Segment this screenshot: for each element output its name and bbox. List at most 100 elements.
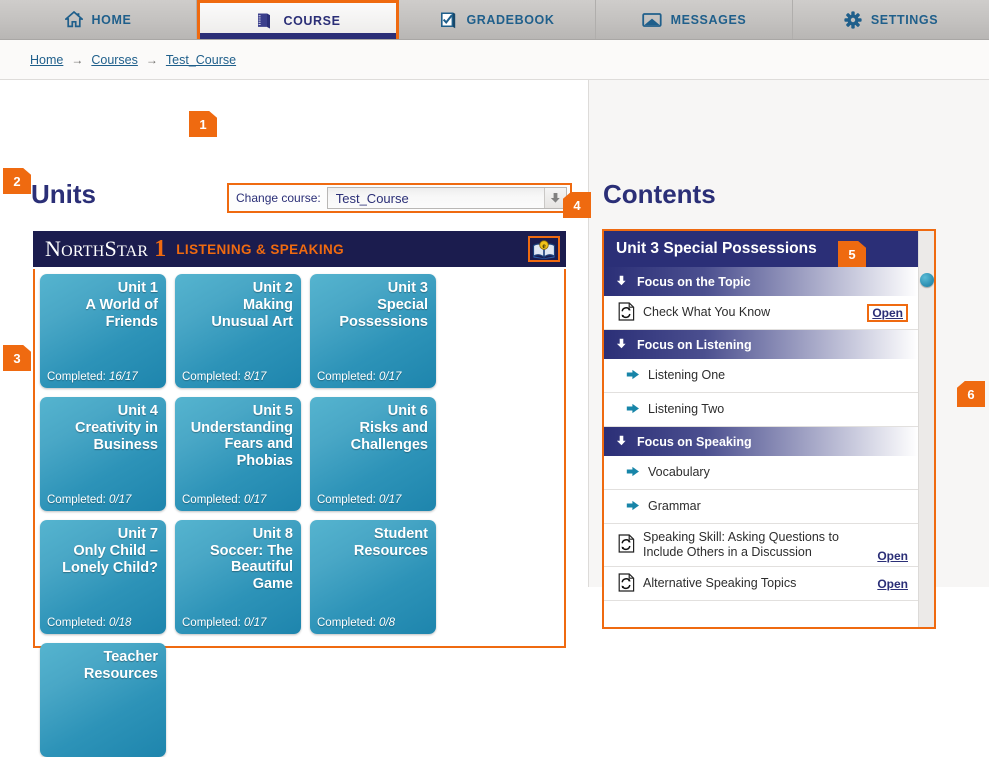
nav-tab-messages[interactable]: MESSAGES	[596, 0, 793, 39]
unit-tile-title: Unit 7 Only Child – Lonely Child?	[62, 526, 158, 576]
contents-item-label: Vocabulary	[648, 465, 710, 479]
northstar-logo: NORTHSTAR	[45, 236, 149, 261]
contents-item-alternative-speaking-topics[interactable]: Alternative Speaking Topics Open	[604, 567, 918, 601]
unit-tile-completed: Completed: 8/17	[182, 371, 267, 383]
northstar-subtitle: LISTENING & SPEAKING	[176, 241, 345, 257]
contents-item-grammar[interactable]: Grammar	[604, 490, 918, 524]
contents-section-focus-on-listening[interactable]: Focus on Listening	[604, 330, 918, 359]
callout-badge-3: 3	[3, 345, 31, 371]
arrow-down-icon	[616, 275, 627, 289]
contents-item-label: Listening Two	[648, 402, 725, 416]
contents-list: Unit 3 Special Possessions Focus on the …	[604, 231, 918, 627]
nav-tab-home[interactable]: HOME	[0, 0, 197, 39]
unit-tile-completed: Completed: 0/17	[47, 494, 132, 506]
northstar-level: 1	[154, 235, 167, 262]
contents-item-label: Speaking Skill: Asking Questions to Incl…	[643, 530, 839, 559]
contents-item-label: Check What You Know	[643, 305, 771, 319]
contents-pane: Contents Unit 3 Special Possessions Focu…	[589, 80, 989, 629]
breadcrumb: Home → Courses → Test_Course	[0, 40, 989, 80]
contents-title: Contents	[603, 179, 716, 209]
callout-badge-1: 1	[189, 111, 217, 137]
nav-tab-label: COURSE	[283, 14, 341, 28]
student-resources-tile[interactable]: Student Resources Completed: 0/8	[310, 520, 436, 634]
contents-item-speaking-skill[interactable]: Speaking Skill: Asking Questions to Incl…	[604, 524, 918, 567]
change-course-label: Change course:	[236, 191, 321, 205]
unit-tile[interactable]: Unit 1A World of Friends Completed: 16/17	[40, 274, 166, 388]
course-select[interactable]: Test_Course	[326, 187, 567, 209]
contents-item-label: Listening One	[648, 368, 726, 382]
units-pane: Units Change course: Test_Course NORTHST…	[0, 80, 589, 757]
contents-unit-header: Unit 3 Special Possessions	[604, 231, 918, 267]
nav-tab-label: HOME	[91, 12, 132, 27]
nav-tab-settings[interactable]: SETTINGS	[793, 0, 989, 39]
breadcrumb-separator: →	[71, 52, 84, 67]
unit-tile-completed: Completed: 0/17	[182, 494, 267, 506]
contents-section-label: Focus on Listening	[637, 337, 752, 352]
contents-item-listening-two[interactable]: Listening Two	[604, 393, 918, 427]
open-link[interactable]: Open	[877, 577, 908, 591]
northstar-banner: NORTHSTAR 1 LISTENING & SPEAKING e	[33, 231, 566, 267]
breadcrumb-item-test-course[interactable]: Test_Course	[166, 53, 236, 67]
unit-tile-title: Unit 1A World of Friends	[85, 280, 159, 330]
arrow-right-icon	[618, 403, 640, 417]
open-link[interactable]: Open	[877, 549, 908, 563]
teacher-resources-tile[interactable]: Teacher Resources	[40, 643, 166, 757]
unit-tile-title: Unit 5 Understanding Fears and Phobias	[190, 403, 293, 469]
callout-badge-6: 6	[957, 381, 985, 407]
unit-tile-title: Unit 3 Special Possessions	[339, 280, 428, 330]
unit-tile-title: Unit 8 Soccer: The Beautiful Game	[210, 526, 293, 592]
unit-tile[interactable]: Unit 5 Understanding Fears and Phobias Comp…	[175, 397, 301, 511]
refresh-doc-icon	[618, 572, 635, 595]
contents-section-label: Focus on Speaking	[637, 434, 752, 449]
breadcrumb-item-courses[interactable]: Courses	[91, 53, 138, 67]
nav-tab-label: GRADEBOOK	[466, 12, 555, 27]
nav-tab-label: SETTINGS	[870, 12, 939, 27]
contents-item-check-what-you-know[interactable]: Check What You Know Open	[604, 296, 918, 330]
arrow-down-icon	[616, 435, 627, 449]
unit-tile-completed: Completed: 16/17	[47, 371, 138, 383]
refresh-doc-icon	[618, 301, 635, 324]
unit-tile-completed: Completed: 0/17	[317, 494, 402, 506]
breadcrumb-item-home[interactable]: Home	[30, 53, 63, 67]
checkbook-icon	[439, 11, 457, 29]
unit-tile-title: Unit 2 Making Unusual Art	[211, 280, 293, 330]
unit-tile[interactable]: Unit 2 Making Unusual Art Completed: 8/17	[175, 274, 301, 388]
callout-badge-4: 4	[563, 192, 591, 218]
unit-tile[interactable]: Unit 3 Special Possessions Completed: 0/17	[310, 274, 436, 388]
contents-item-vocabulary[interactable]: Vocabulary	[604, 456, 918, 490]
change-course-control: Change course: Test_Course	[227, 183, 572, 213]
unit-tile-title: Teacher Resources	[83, 649, 158, 682]
contents-scrollbar[interactable]	[918, 231, 934, 627]
arrow-right-icon	[618, 369, 640, 383]
contents-item-label: Grammar	[648, 499, 701, 513]
callout-badge-5: 5	[838, 241, 866, 267]
contents-section-focus-on-the-topic[interactable]: Focus on the Topic	[604, 267, 918, 296]
unit-tile[interactable]: Unit 8 Soccer: The Beautiful Game Completed…	[175, 520, 301, 634]
contents-item-label: Alternative Speaking Topics	[643, 576, 797, 590]
course-select-value: Test_Course	[335, 190, 409, 206]
open-link[interactable]: Open	[867, 303, 908, 322]
unit-grid: Unit 1A World of Friends Completed: 16/17…	[40, 274, 564, 757]
chevron-down-icon[interactable]	[544, 188, 566, 208]
unit-tile[interactable]: Unit 7 Only Child – Lonely Child? Complete…	[40, 520, 166, 634]
unit-tile[interactable]: Unit 6 Risks and Challenges Completed: 0/1…	[310, 397, 436, 511]
ebook-icon[interactable]: e	[528, 236, 560, 262]
unit-tile-completed: Completed: 0/18	[47, 617, 132, 629]
contents-section-focus-on-speaking[interactable]: Focus on Speaking	[604, 427, 918, 456]
unit-tile[interactable]: Unit 4 Creativity in Business Completed: 0…	[40, 397, 166, 511]
scroll-thumb[interactable]	[920, 273, 934, 287]
refresh-doc-icon	[618, 534, 635, 556]
unit-tile-completed: Completed: 0/17	[182, 617, 267, 629]
unit-tile-completed: Completed: 0/8	[317, 617, 396, 629]
unit-tile-title: Unit 4 Creativity in Business	[75, 403, 158, 453]
nav-tab-course[interactable]: COURSE	[197, 0, 399, 39]
arrow-down-icon	[616, 338, 627, 352]
nav-tab-label: MESSAGES	[670, 12, 747, 27]
callout-badge-2: 2	[3, 168, 31, 194]
arrow-right-icon	[618, 466, 640, 480]
contents-item-listening-one[interactable]: Listening One	[604, 359, 918, 393]
main-navigation: HOME COURSE GRADEBOOK MESSAGES SETTINGS	[0, 0, 989, 40]
gear-icon	[844, 10, 862, 29]
unit-tile-title: Student Resources	[353, 526, 428, 559]
nav-tab-gradebook[interactable]: GRADEBOOK	[399, 0, 596, 39]
